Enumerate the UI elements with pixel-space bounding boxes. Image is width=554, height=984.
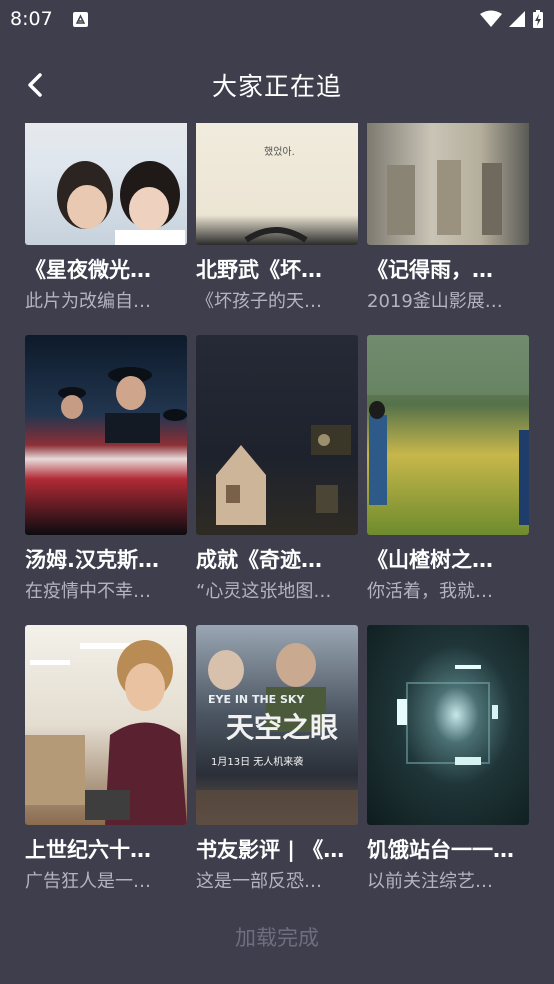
article-title: 书友影评 | 《… — [196, 838, 345, 862]
article-card[interactable]: 《记得雨，… 2019釜山影展… — [367, 123, 529, 335]
article-title: 《记得雨，… — [367, 258, 493, 282]
battery-charging-icon — [533, 10, 543, 28]
article-title: 成就《奇迹… — [196, 548, 322, 572]
article-card[interactable]: 《山楂树之… 你活着，我就… — [367, 335, 529, 625]
article-thumbnail — [367, 625, 529, 825]
article-thumbnail — [25, 625, 187, 825]
signal-icon — [509, 11, 525, 27]
article-summary: 《坏孩子的天… — [196, 291, 322, 312]
article-card[interactable]: 《星夜微光… 此片为改编自… — [25, 123, 187, 335]
article-title: 《星夜微光… — [25, 258, 151, 282]
article-thumbnail — [367, 123, 529, 245]
article-summary: 广告狂人是一… — [25, 871, 151, 892]
article-title: 北野武《坏… — [196, 258, 322, 282]
article-card[interactable]: 上世纪六十… 广告狂人是一… — [25, 625, 187, 915]
article-title: 《山楂树之… — [367, 548, 493, 572]
article-card[interactable]: EYE IN THE SKY 天空之眼 1月13日 无人机来袭 书友影评 | 《… — [196, 625, 358, 915]
chevron-left-icon — [28, 73, 42, 97]
article-card[interactable]: 했었아. 北野武《坏… 《坏孩子的天… — [196, 123, 358, 335]
article-thumbnail: 했었아. — [196, 123, 358, 245]
article-thumbnail — [25, 123, 187, 245]
title-bar: 大家正在追 — [0, 50, 554, 120]
article-grid[interactable]: 《星夜微光… 此片为改编自… 했었아. 北野武《坏… 《坏孩子的天… 《记得雨，… — [0, 123, 554, 984]
poster-release-date: 1月13日 无人机来袭 — [211, 755, 303, 768]
article-card[interactable]: 汤姆.汉克斯… 在疫情中不幸… — [25, 335, 187, 625]
poster-caption: 했었아. — [264, 145, 295, 158]
page-title: 大家正在追 — [211, 72, 342, 101]
app-notification-icon — [72, 11, 88, 27]
article-thumbnail: EYE IN THE SKY 天空之眼 1月13日 无人机来袭 — [196, 625, 358, 825]
article-summary: 这是一部反恐… — [196, 871, 322, 892]
poster-title-cn: 天空之眼 — [226, 711, 338, 744]
wifi-icon — [480, 10, 502, 27]
article-summary: 你活着，我就… — [367, 581, 493, 602]
back-button[interactable] — [18, 68, 52, 102]
article-title: 上世纪六十… — [25, 838, 151, 862]
article-summary: 此片为改编自… — [25, 291, 151, 312]
article-thumbnail — [367, 335, 529, 535]
article-title: 汤姆.汉克斯… — [25, 548, 159, 572]
article-thumbnail — [25, 335, 187, 535]
article-summary: 2019釜山影展… — [367, 291, 503, 312]
status-indicators — [480, 9, 544, 29]
status-bar: 8:07 — [0, 0, 554, 38]
status-time: 8:07 — [10, 8, 53, 30]
article-card[interactable]: 饥饿站台一一… 以前关注综艺… — [367, 625, 529, 915]
article-thumbnail — [196, 335, 358, 535]
article-summary: 以前关注综艺… — [367, 871, 493, 892]
article-summary: “心灵这张地图… — [196, 581, 332, 602]
load-complete-text: 加载完成 — [235, 926, 319, 950]
poster-title-en: EYE IN THE SKY — [208, 693, 305, 706]
article-summary: 在疫情中不幸… — [25, 581, 151, 602]
article-title: 饥饿站台一一… — [367, 838, 514, 862]
article-card[interactable]: 成就《奇迹… “心灵这张地图… — [196, 335, 358, 625]
